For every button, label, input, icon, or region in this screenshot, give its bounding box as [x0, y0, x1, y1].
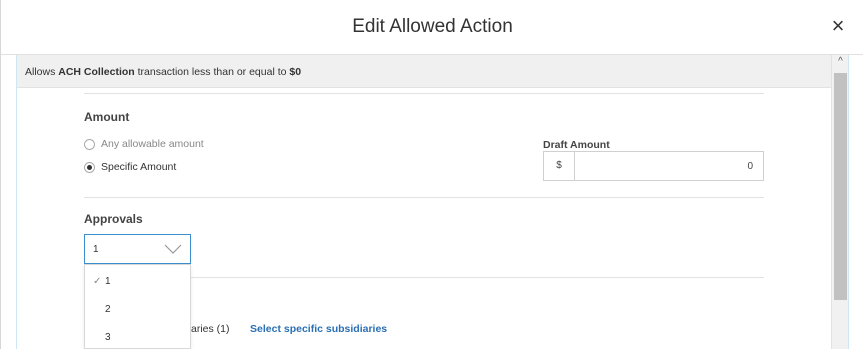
chevron-down-icon: [164, 244, 182, 254]
banner-limit: $0: [289, 66, 302, 78]
banner-prefix: Allows: [25, 66, 59, 78]
radio-label: Any allowable amount: [101, 138, 204, 150]
scrollbar-thumb[interactable]: [834, 73, 847, 300]
dialog-header: Edit Allowed Action ×: [1, 0, 863, 55]
select-specific-subsidiaries-link[interactable]: Select specific subsidiaries: [250, 323, 387, 335]
banner-transaction: ACH Collection: [58, 66, 135, 78]
vertical-scrollbar[interactable]: ^: [831, 55, 848, 349]
dialog-title: Edit Allowed Action: [352, 16, 513, 37]
dropdown-option-label: 3: [105, 332, 111, 343]
dropdown-option-3[interactable]: 3: [85, 325, 190, 349]
info-banner: Allows ACH Collection transaction less t…: [17, 55, 832, 88]
close-icon[interactable]: ×: [826, 14, 850, 38]
dropdown-option-1[interactable]: ✓ 1: [85, 269, 190, 294]
approvals-dropdown-menu: ✓ 1 2 3: [84, 264, 191, 349]
dropdown-option-2[interactable]: 2: [85, 297, 190, 322]
radio-any-allowable-amount[interactable]: Any allowable amount: [84, 138, 204, 150]
divider: [84, 93, 764, 94]
radio-button[interactable]: [84, 138, 95, 150]
dropdown-option-label: 2: [105, 304, 111, 315]
dropdown-option-label: 1: [105, 276, 111, 287]
dialog-body[interactable]: Allows ACH Collection transaction less t…: [16, 55, 849, 349]
subsidiaries-label: aries (1): [191, 323, 230, 335]
radio-label: Specific Amount: [101, 161, 177, 173]
scroll-up-arrow-icon[interactable]: ^: [832, 55, 848, 69]
currency-symbol: $: [544, 152, 575, 180]
draft-amount-label: Draft Amount: [543, 139, 610, 151]
draft-amount-input[interactable]: [576, 152, 763, 180]
approvals-heading: Approvals: [84, 212, 143, 226]
amount-heading: Amount: [84, 110, 130, 124]
radio-button-checked[interactable]: [84, 161, 95, 173]
check-icon: ✓: [93, 276, 102, 287]
edit-allowed-action-dialog: Edit Allowed Action × Allows ACH Collect…: [0, 0, 863, 349]
banner-middle: transaction less than or equal to: [134, 66, 290, 78]
radio-specific-amount[interactable]: Specific Amount: [84, 161, 176, 173]
divider: [84, 197, 764, 198]
approvals-select[interactable]: 1: [84, 234, 191, 264]
approvals-selected-value: 1: [93, 244, 99, 255]
draft-amount-field[interactable]: $: [543, 151, 764, 181]
